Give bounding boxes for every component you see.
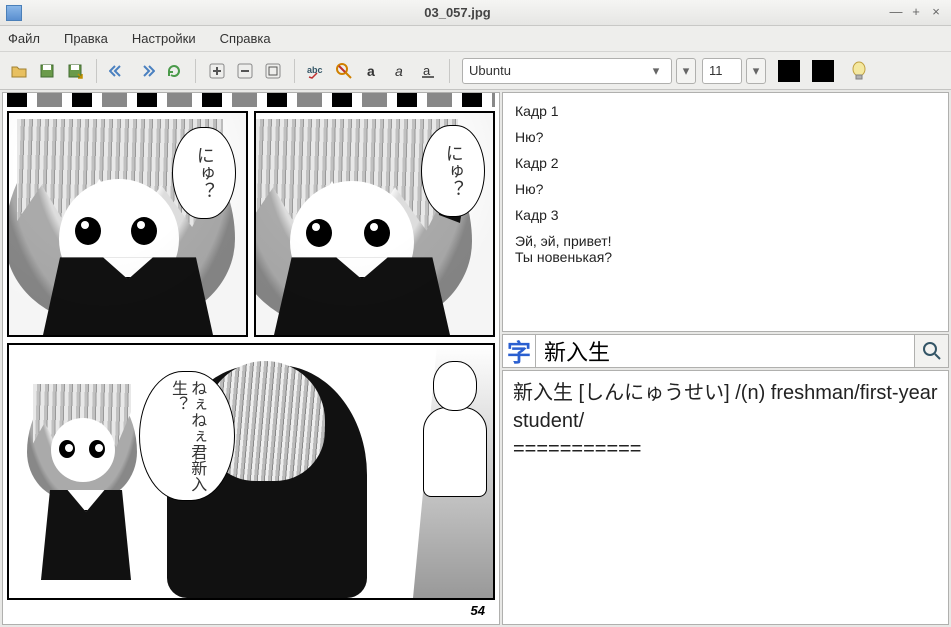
menu-file[interactable]: Файл — [8, 31, 40, 46]
translation-line: Кадр 3 — [515, 207, 936, 223]
toolbar-separator — [195, 59, 196, 83]
speech-bubble-3: ねぇねぇ君新入生？ — [139, 371, 235, 501]
italic-button[interactable]: a — [387, 58, 413, 84]
speech-bubble-2: にゅ？ — [421, 125, 485, 217]
menu-help[interactable]: Справка — [220, 31, 271, 46]
font-family-dropdown[interactable]: ▾ — [676, 58, 696, 84]
dictionary-search-button[interactable] — [915, 334, 949, 368]
font-size-dropdown[interactable]: ▾ — [746, 58, 766, 84]
titlebar: 03_057.jpg — + × — [0, 0, 951, 26]
speech-bubble-1: にゅ？ — [172, 127, 236, 219]
font-family-value: Ubuntu — [469, 63, 647, 78]
dictionary-input[interactable] — [536, 334, 915, 368]
color-swatch-1[interactable] — [778, 60, 800, 82]
close-button[interactable]: × — [927, 5, 945, 21]
color-swatch-2[interactable] — [812, 60, 834, 82]
find-button[interactable] — [331, 58, 357, 84]
font-size-combo[interactable]: 11 — [702, 58, 742, 84]
svg-text:a: a — [423, 63, 431, 78]
menubar: Файл Правка Настройки Справка — [0, 26, 951, 52]
translation-line: Эй, эй, привет! Ты новенькая? — [515, 233, 936, 265]
minimize-button[interactable]: — — [887, 5, 905, 21]
content-area: にゅ？ — [0, 90, 951, 627]
dictionary-result[interactable]: 新入生 [しんにゅうせい] /(n) freshman/first-year s… — [502, 370, 949, 625]
svg-text:abc: abc — [307, 65, 323, 75]
svg-text:a: a — [395, 63, 403, 79]
right-panel: Кадр 1 Ню? Кадр 2 Ню? Кадр 3 Эй, эй, привет! … — [502, 92, 949, 625]
maximize-button[interactable]: + — [907, 5, 925, 21]
translation-line: Ню? — [515, 129, 936, 145]
zoom-out-button[interactable] — [232, 58, 258, 84]
window-title: 03_057.jpg — [30, 5, 885, 20]
app-icon — [6, 5, 22, 21]
translation-line: Кадр 1 — [515, 103, 936, 119]
open-button[interactable] — [6, 58, 32, 84]
svg-text:a: a — [367, 63, 375, 79]
toolbar-separator — [96, 59, 97, 83]
image-viewer[interactable]: にゅ？ — [2, 92, 500, 625]
manga-panel-3: ねぇねぇ君新入生？ — [7, 343, 495, 600]
translation-text[interactable]: Кадр 1 Ню? Кадр 2 Ню? Кадр 3 Эй, эй, привет! … — [502, 92, 949, 332]
manga-page: にゅ？ — [3, 93, 499, 624]
font-family-combo[interactable]: Ubuntu ▾ — [462, 58, 672, 84]
manga-panel-1: にゅ？ — [7, 111, 248, 337]
next-button[interactable] — [133, 58, 159, 84]
translation-line: Ню? — [515, 181, 936, 197]
save-button[interactable] — [34, 58, 60, 84]
zoom-fit-button[interactable] — [260, 58, 286, 84]
chevron-down-icon: ▾ — [647, 63, 665, 79]
dictionary-icon: 字 — [502, 334, 536, 368]
font-size-value: 11 — [709, 63, 735, 78]
page-number: 54 — [471, 603, 485, 618]
toolbar-separator — [449, 59, 450, 83]
refresh-button[interactable] — [161, 58, 187, 84]
translation-line: Кадр 2 — [515, 155, 936, 171]
lightbulb-button[interactable] — [850, 61, 870, 81]
manga-panel-2: にゅ？ — [254, 111, 495, 337]
zoom-in-button[interactable] — [204, 58, 230, 84]
menu-edit[interactable]: Правка — [64, 31, 108, 46]
bold-button[interactable]: a — [359, 58, 385, 84]
toolbar-separator — [294, 59, 295, 83]
save-as-button[interactable] — [62, 58, 88, 84]
underline-button[interactable]: a — [415, 58, 441, 84]
menu-settings[interactable]: Настройки — [132, 31, 196, 46]
dictionary-search-bar: 字 — [502, 334, 949, 368]
toolbar: abc a a a Ubuntu ▾ ▾ 11 ▾ — [0, 52, 951, 90]
spellcheck-button[interactable]: abc — [303, 58, 329, 84]
prev-button[interactable] — [105, 58, 131, 84]
